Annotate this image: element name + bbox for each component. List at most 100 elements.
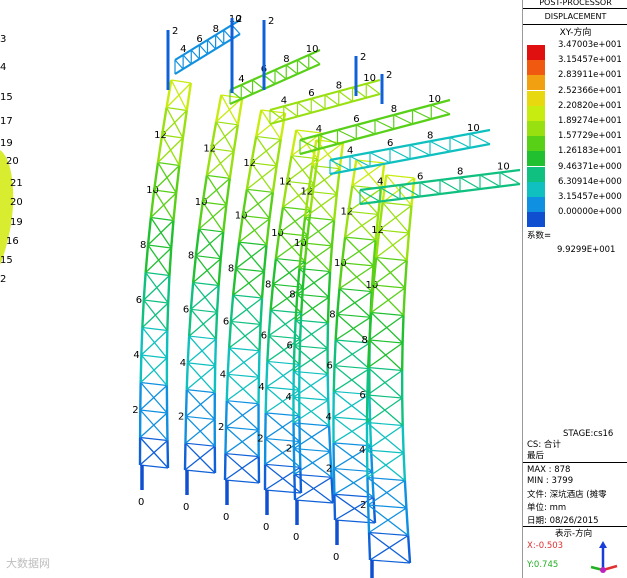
- svg-text:12: 12: [341, 206, 354, 217]
- svg-text:6: 6: [417, 172, 423, 183]
- svg-text:8: 8: [188, 251, 194, 262]
- svg-text:4: 4: [133, 350, 139, 361]
- svg-text:4: 4: [220, 369, 226, 380]
- svg-text:10: 10: [334, 258, 347, 269]
- svg-text:4: 4: [347, 145, 353, 156]
- legend-value: 2.20820e+001: [558, 100, 622, 111]
- svg-text:4: 4: [180, 358, 186, 369]
- svg-text:2: 2: [257, 434, 263, 445]
- svg-text:8: 8: [329, 309, 335, 320]
- model-viewport[interactable]: 2 4 6 8 10 12 0 2 4 6 8 10 12 0 2 4 6 8 10 12 0 2 4 6 8 10 12 0 2 4 6 8…: [0, 0, 522, 578]
- svg-text:6: 6: [261, 331, 267, 342]
- svg-text:12: 12: [279, 176, 292, 187]
- watermark: 大数据网: [6, 557, 50, 570]
- svg-text:6: 6: [359, 390, 365, 401]
- svg-text:0: 0: [263, 522, 269, 533]
- svg-text:4: 4: [325, 412, 331, 423]
- last-step-label: 最后: [527, 451, 545, 461]
- node-label: 19: [0, 138, 13, 149]
- node-label: 3: [0, 34, 7, 45]
- node-label: 16: [6, 236, 19, 247]
- node-label: 4: [0, 62, 7, 73]
- svg-text:4: 4: [359, 445, 365, 456]
- svg-text:8: 8: [336, 80, 342, 91]
- svg-text:2: 2: [286, 444, 292, 455]
- svg-text:2: 2: [172, 26, 178, 37]
- svg-text:4: 4: [377, 177, 383, 188]
- svg-text:2: 2: [386, 70, 392, 81]
- legend-swatch: [527, 136, 545, 152]
- factor-value: 9.9299E+001: [557, 245, 616, 255]
- legend-swatch: [527, 212, 545, 228]
- node-label: 17: [0, 116, 13, 127]
- svg-text:8: 8: [228, 264, 234, 275]
- result-type-label: DISPLACEMENT: [544, 12, 607, 21]
- svg-text:2: 2: [178, 411, 184, 422]
- svg-text:10: 10: [271, 228, 284, 239]
- y-coordinate: Y:0.745: [527, 560, 559, 570]
- displacement-contour-model: 2468101202468101202468101202468101202468…: [0, 14, 521, 578]
- legend-value: 3.15457e+001: [558, 55, 622, 66]
- svg-text:10: 10: [235, 211, 248, 222]
- view-direction-label: 表示-方向: [555, 529, 593, 539]
- legend-value: 3.15457e+000: [558, 192, 622, 202]
- svg-text:6: 6: [196, 34, 202, 45]
- node-label: 21: [10, 178, 23, 189]
- svg-text:12: 12: [243, 158, 256, 169]
- svg-text:6: 6: [387, 138, 393, 149]
- svg-text:2: 2: [236, 14, 242, 25]
- svg-text:12: 12: [301, 186, 314, 197]
- svg-text:2: 2: [132, 405, 138, 416]
- legend-swatch: [527, 121, 545, 136]
- cs-label: CS: 合计: [527, 440, 561, 450]
- svg-text:8: 8: [289, 289, 295, 300]
- svg-text:10: 10: [195, 197, 208, 208]
- svg-text:0: 0: [223, 512, 229, 523]
- post-processor-panel: POST-PROCESSOR DISPLACEMENT XY-方向 3.4700…: [522, 0, 627, 578]
- svg-text:12: 12: [371, 225, 384, 236]
- svg-text:8: 8: [283, 54, 289, 65]
- svg-text:8: 8: [391, 104, 397, 115]
- node-label: 20: [10, 197, 23, 208]
- svg-text:4: 4: [316, 124, 322, 135]
- svg-text:10: 10: [306, 44, 319, 55]
- legend-swatch: [527, 60, 545, 76]
- legend-value: 9.46371e+000: [558, 161, 622, 172]
- svg-text:6: 6: [136, 295, 142, 306]
- svg-text:10: 10: [497, 162, 510, 173]
- legend-swatch: [527, 75, 545, 91]
- svg-text:0: 0: [183, 502, 189, 513]
- node-label: 15: [0, 255, 13, 266]
- legend-value: 0.00000e+000: [558, 207, 622, 218]
- svg-text:2: 2: [360, 52, 366, 63]
- post-processor-title: POST-PROCESSOR: [539, 0, 612, 7]
- svg-text:4: 4: [180, 44, 186, 55]
- svg-text:0: 0: [138, 497, 144, 508]
- svg-text:10: 10: [467, 123, 480, 134]
- legend-swatch: [527, 151, 545, 167]
- svg-text:6: 6: [286, 341, 292, 352]
- legend-value: 2.83911e+001: [558, 70, 622, 81]
- svg-text:4: 4: [258, 382, 264, 393]
- svg-text:6: 6: [223, 316, 229, 327]
- legend-value: 3.47003e+001: [558, 40, 622, 50]
- svg-text:10: 10: [294, 238, 307, 249]
- svg-text:4: 4: [281, 95, 287, 106]
- legend-value: 1.89274e+001: [558, 116, 622, 126]
- svg-text:4: 4: [285, 392, 291, 403]
- svg-text:6: 6: [326, 361, 332, 372]
- svg-text:6: 6: [308, 88, 314, 99]
- min-label: MIN : 3799: [527, 476, 574, 486]
- factor-label: 系数=: [527, 231, 552, 241]
- direction-label: XY-方向: [559, 28, 592, 38]
- axis-triad-icon: [590, 541, 618, 573]
- svg-text:8: 8: [427, 130, 433, 141]
- legend-value: 2.52366e+001: [558, 85, 622, 96]
- node-label: 15: [0, 92, 13, 103]
- date-label: 日期: 08/26/2015: [527, 516, 599, 526]
- svg-text:10: 10: [365, 280, 378, 291]
- svg-text:2: 2: [218, 422, 224, 433]
- svg-text:0: 0: [333, 552, 339, 563]
- svg-text:6: 6: [183, 304, 189, 315]
- svg-text:6: 6: [353, 114, 359, 125]
